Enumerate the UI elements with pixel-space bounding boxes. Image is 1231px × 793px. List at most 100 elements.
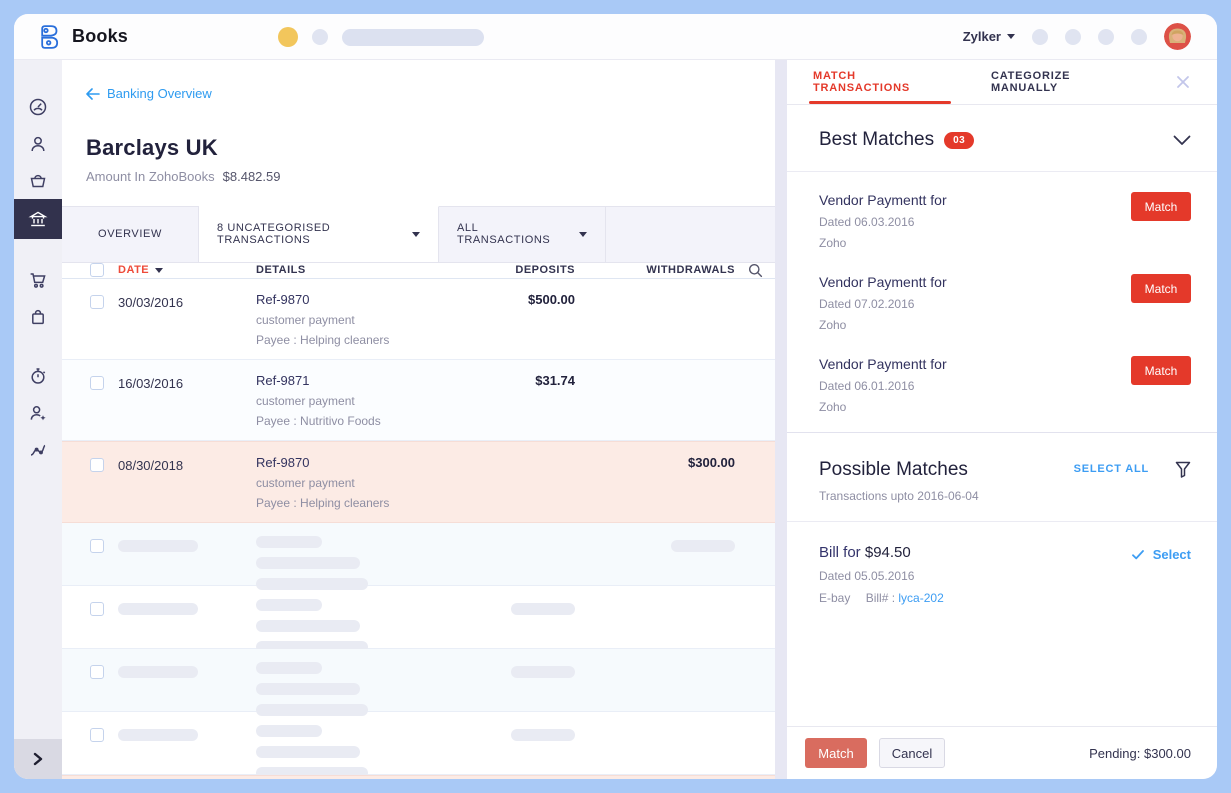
bill-date: Dated 05.05.2016: [819, 569, 915, 583]
withdrawal-amount: [575, 279, 735, 292]
account-name: Barclays UK: [86, 134, 218, 160]
match-vendor: Zoho: [819, 400, 847, 414]
sidebar-item-banking[interactable]: [14, 199, 62, 239]
bill-number-label: Bill# :: [865, 591, 896, 605]
amount-value: $8.482.59: [222, 168, 281, 184]
column-header-details: DETAILS: [256, 264, 306, 276]
sales-cart-icon: [28, 270, 48, 290]
sidebar-item-reports[interactable]: [14, 431, 62, 468]
bill-amount: $94.50: [864, 544, 911, 561]
footer-match-button[interactable]: Match: [805, 738, 867, 768]
banking-icon: [28, 209, 48, 229]
match-date: Dated 07.02.2016: [819, 297, 915, 311]
transaction-type: customer payment: [256, 475, 355, 490]
select-all-checkbox[interactable]: [90, 263, 104, 277]
topbar-icon-placeholder[interactable]: [1131, 28, 1147, 45]
close-icon[interactable]: [1175, 74, 1191, 90]
transaction-payee: Payee : Nutritivo Foods: [256, 413, 381, 428]
footer-cancel-button[interactable]: Cancel: [879, 738, 945, 768]
topbar-icon-placeholder[interactable]: [1065, 28, 1081, 45]
sidebar-item-sales[interactable]: [14, 261, 62, 298]
view-tabs: OVERVIEW 8 UNCATEGORISED TRANSACTIONS AL…: [62, 205, 775, 263]
topbar-icon-placeholder[interactable]: [1032, 28, 1048, 45]
account-amount: Amount In ZohoBooks $8.482.59: [86, 168, 281, 184]
notification-dot: [278, 27, 298, 47]
tab-uncategorised-transactions[interactable]: 8 UNCATEGORISED TRANSACTIONS: [199, 205, 439, 262]
accountant-icon: [28, 403, 48, 423]
topbar-icon-placeholder[interactable]: [1098, 28, 1114, 45]
bill-vendor: E-bay: [819, 591, 851, 605]
sidebar-item-purchases[interactable]: [14, 298, 62, 335]
best-match-item: Vendor Paymentt for Dated 07.02.2016 Zoh…: [787, 254, 1217, 336]
search-bar-placeholder[interactable]: [342, 28, 484, 46]
sidebar-item-time-tracking[interactable]: [14, 357, 62, 394]
match-button[interactable]: Match: [1131, 356, 1191, 385]
pending-amount: Pending: $300.00: [1089, 745, 1191, 761]
best-matches-title: Best Matches: [819, 129, 935, 150]
deposit-amount: $31.74: [535, 372, 575, 388]
row-checkbox[interactable]: [90, 664, 104, 679]
org-switcher[interactable]: Zylker: [963, 29, 1015, 44]
deposit-amount: [425, 442, 575, 455]
main-content: Banking Overview Barclays UK Amount In Z…: [62, 60, 775, 779]
table-row-loading: [62, 522, 775, 590]
select-all-link[interactable]: SELECT ALL: [1074, 463, 1149, 475]
match-panel: MATCH TRANSACTIONS CATEGORIZE MANUALLY B…: [787, 60, 1217, 779]
row-checkbox[interactable]: [90, 601, 104, 616]
row-checkbox[interactable]: [90, 727, 104, 742]
back-to-banking-overview-link[interactable]: Banking Overview: [86, 86, 212, 101]
sidebar-item-accountant[interactable]: [14, 394, 62, 431]
table-row-selected[interactable]: 08/30/2018 Ref-9870 customer payment Pay…: [62, 440, 775, 523]
brand[interactable]: Books: [14, 22, 128, 52]
org-name: Zylker: [962, 29, 1001, 44]
match-button[interactable]: Match: [1131, 274, 1191, 303]
bill-title: Bill for: [819, 544, 861, 561]
match-title: Vendor Paymentt for: [819, 356, 947, 372]
transaction-payee: Payee : Helping cleaners: [256, 332, 390, 347]
possible-matches-header: Possible Matches Transactions upto 2016-…: [787, 433, 1217, 503]
match-title: Vendor Paymentt for: [819, 192, 947, 208]
tab-all-transactions[interactable]: ALL TRANSACTIONS: [439, 206, 606, 262]
possible-matches-title: Possible Matches: [819, 459, 968, 480]
transactions-table: DATE DETAILS DEPOSITS WITHDRAWALS 30/03/…: [62, 263, 775, 779]
table-row-loading: [62, 648, 775, 716]
column-header-date[interactable]: DATE: [118, 264, 256, 276]
row-checkbox[interactable]: [90, 538, 104, 553]
panel-footer: Match Cancel Pending: $300.00: [787, 726, 1217, 779]
back-arrow-icon: [86, 87, 100, 100]
tab-categorize-manually[interactable]: CATEGORIZE MANUALLY: [991, 60, 1131, 104]
sidebar-item-items[interactable]: [14, 162, 62, 199]
top-bar: Books Zylker: [14, 14, 1217, 60]
best-match-item: Vendor Paymentt for Dated 06.01.2016 Zoh…: [787, 336, 1217, 418]
match-button[interactable]: Match: [1131, 192, 1191, 221]
table-search-icon[interactable]: [735, 263, 775, 278]
tab-match-transactions[interactable]: MATCH TRANSACTIONS: [809, 60, 951, 104]
select-link[interactable]: Select: [1153, 547, 1191, 562]
possible-match-item: Bill for $94.50 Dated 05.05.2016 E-bay B…: [787, 522, 1217, 605]
match-vendor: Zoho: [819, 318, 847, 332]
sidebar-item-contacts[interactable]: [14, 125, 62, 162]
table-row-loading: [62, 774, 775, 779]
match-title: Vendor Paymentt for: [819, 274, 947, 290]
sidebar-expand-button[interactable]: [14, 739, 62, 779]
withdrawal-amount: [575, 360, 735, 373]
items-icon: [28, 171, 48, 191]
transaction-ref: Ref-9870: [256, 291, 310, 307]
user-avatar[interactable]: [1164, 23, 1191, 50]
transaction-type: customer payment: [256, 312, 355, 327]
row-checkbox[interactable]: [90, 294, 104, 309]
app-title: Books: [72, 26, 129, 46]
table-row[interactable]: 30/03/2016 Ref-9870 customer payment Pay…: [62, 279, 775, 360]
row-checkbox[interactable]: [90, 457, 104, 472]
row-checkbox[interactable]: [90, 375, 104, 390]
column-header-deposits: DEPOSITS: [515, 264, 575, 276]
tab-overview[interactable]: OVERVIEW: [62, 206, 199, 262]
collapse-chevron-icon[interactable]: [1173, 135, 1191, 146]
filter-icon[interactable]: [1175, 461, 1191, 478]
sidebar-item-dashboard[interactable]: [14, 88, 62, 125]
bill-number-link[interactable]: lyca-202: [898, 591, 943, 605]
table-row[interactable]: 16/03/2016 Ref-9871 customer payment Pay…: [62, 359, 775, 441]
deposit-amount: $500.00: [528, 291, 575, 307]
column-header-withdrawals: WITHDRAWALS: [646, 264, 735, 276]
panel-tabs: MATCH TRANSACTIONS CATEGORIZE MANUALLY: [787, 60, 1217, 105]
